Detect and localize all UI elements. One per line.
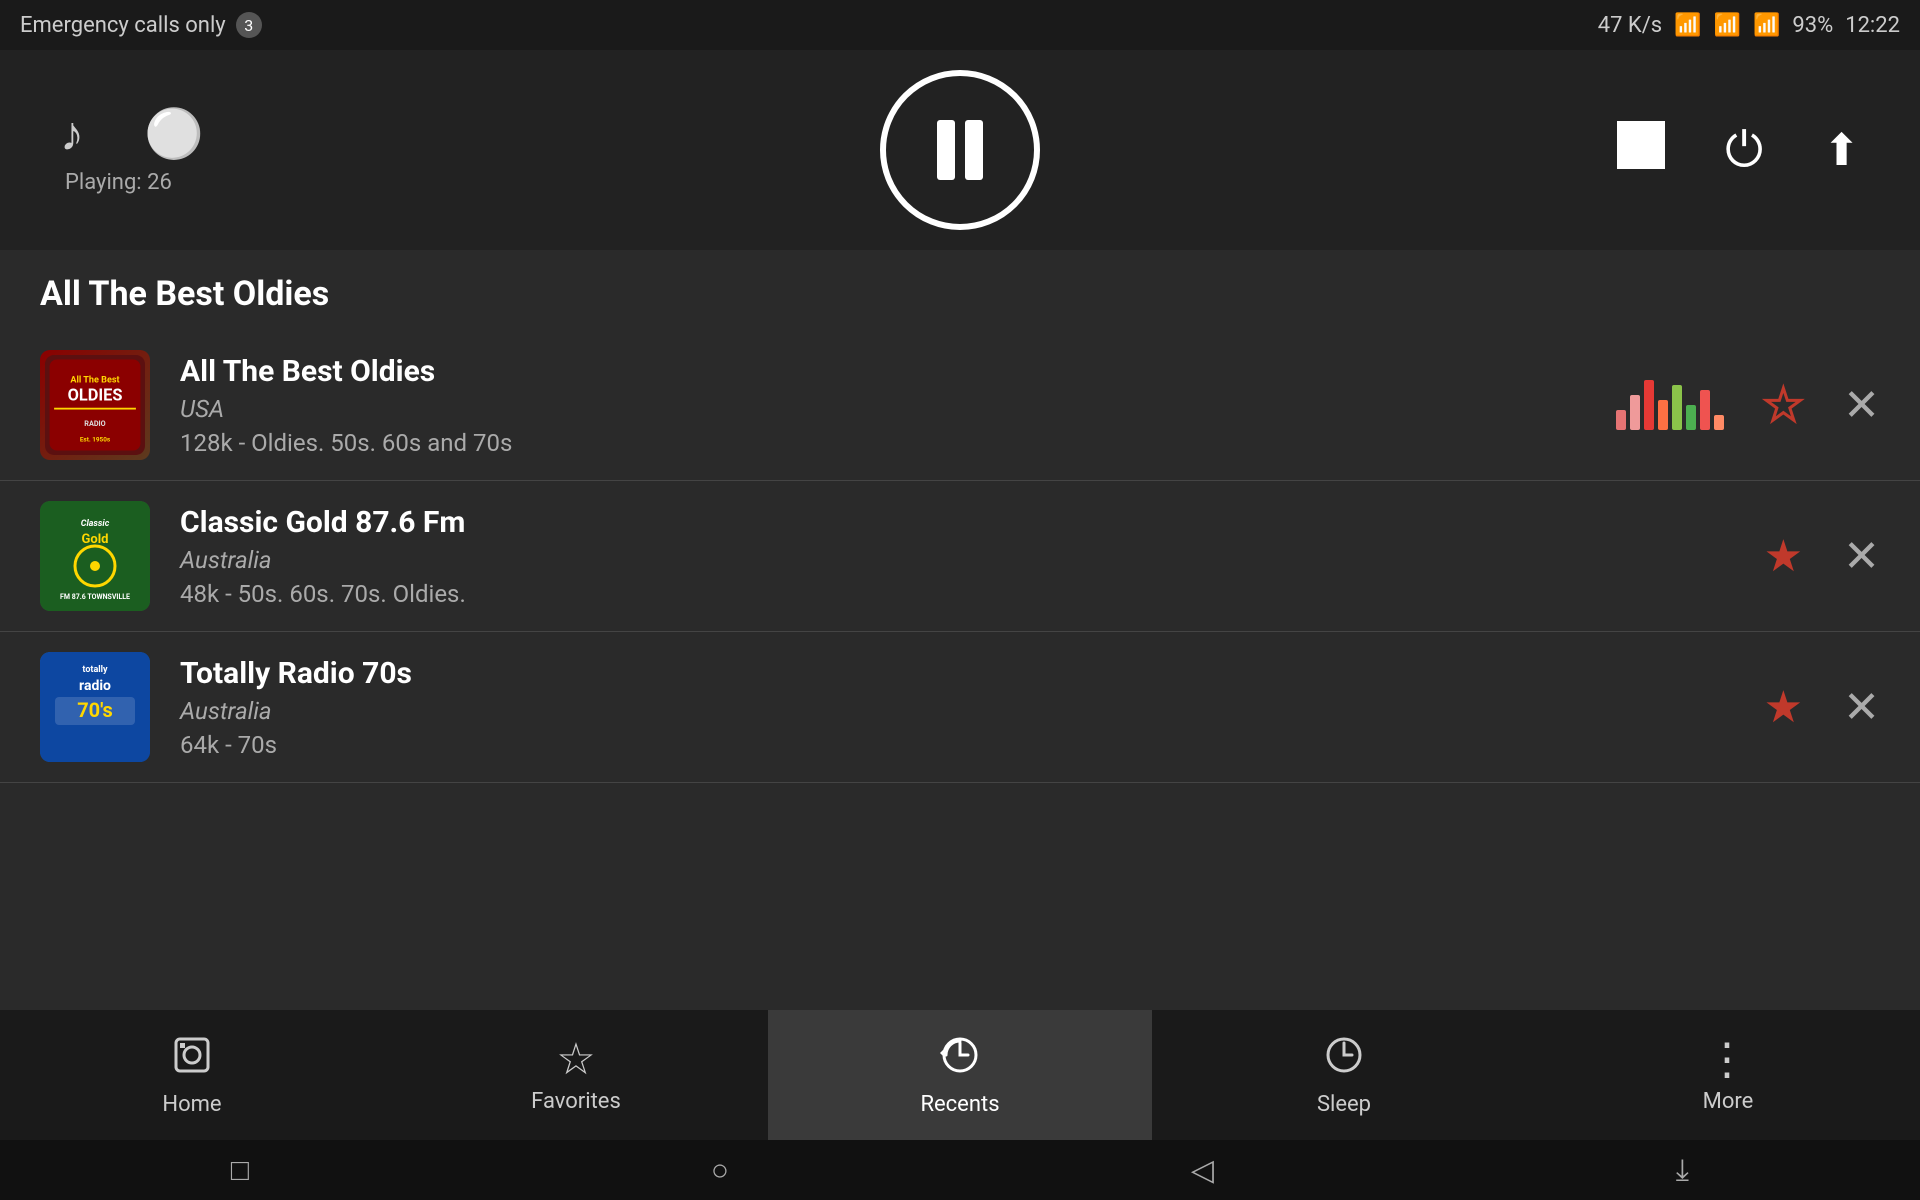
station-logo-classic-gold[interactable]: Classic Gold FM 87.6 TOWNSVILLE [40, 501, 150, 611]
section-title: All The Best Oldies [0, 250, 1920, 330]
svg-text:radio: radio [79, 678, 111, 694]
station-logo-radio70[interactable]: totally radio 70's [40, 652, 150, 762]
favorite-button-2[interactable]: ★ [1764, 530, 1803, 582]
nav-item-recents[interactable]: Recents [768, 1010, 1152, 1140]
pause-button[interactable] [880, 70, 1040, 230]
android-notification-button[interactable]: ⤓ [1676, 1153, 1689, 1188]
eq-bar [1672, 385, 1682, 430]
sleep-label: Sleep [1317, 1092, 1371, 1117]
status-left: Emergency calls only 3 [20, 12, 262, 38]
favorites-icon: ☆ [556, 1037, 595, 1081]
svg-text:RADIO: RADIO [84, 419, 105, 428]
station-desc-3: 64k - 70s [180, 731, 1734, 759]
station-row: totally radio 70's Totally Radio 70s Aus… [0, 632, 1920, 783]
favorite-button-1[interactable]: ★ [1764, 379, 1803, 431]
svg-text:totally: totally [82, 665, 108, 675]
eq-bar [1700, 390, 1710, 430]
svg-text:FM 87.6 TOWNSVILLE: FM 87.6 TOWNSVILLE [60, 593, 130, 601]
stop-button[interactable] [1617, 121, 1665, 180]
nav-item-favorites[interactable]: ☆ Favorites [384, 1010, 768, 1140]
pause-bar-left [937, 120, 955, 180]
favorites-label: Favorites [531, 1089, 621, 1114]
pause-bar-right [965, 120, 983, 180]
player-right: ⏻ ⬆ [1617, 121, 1860, 180]
eq-bar [1630, 395, 1640, 430]
battery-text: 93% [1792, 13, 1833, 38]
home-icon [170, 1033, 214, 1084]
station-list: All The Best OLDIES RADIO Est. 1950s All… [0, 330, 1920, 783]
station-desc-2: 48k - 50s. 60s. 70s. Oldies. [180, 580, 1734, 608]
station-country-1: USA [180, 395, 1586, 423]
sleep-icon [1322, 1033, 1366, 1084]
station-country-2: Australia [180, 546, 1734, 574]
station-info-radio70: Totally Radio 70s Australia 64k - 70s [180, 656, 1734, 759]
eq-bar [1644, 380, 1654, 430]
more-icon: ⋮ [1705, 1037, 1751, 1081]
station-logo-oldies[interactable]: All The Best OLDIES RADIO Est. 1950s [40, 350, 150, 460]
nav-item-sleep[interactable]: Sleep [1152, 1010, 1536, 1140]
station-desc-1: 128k - Oldies. 50s. 60s and 70s [180, 429, 1586, 457]
android-home-button[interactable]: ○ [711, 1153, 729, 1188]
stop-icon-box [1617, 121, 1665, 169]
favorite-button-3[interactable]: ★ [1764, 681, 1803, 733]
svg-text:All The Best: All The Best [70, 375, 119, 385]
wifi-icon: 📶 [1753, 13, 1780, 38]
station-row: Classic Gold FM 87.6 TOWNSVILLE Classic … [0, 481, 1920, 632]
player-bar: ♪ ⚪ Playing: 26 ⏻ ⬆ [0, 50, 1920, 250]
android-square-button[interactable]: □ [231, 1153, 249, 1188]
emergency-text: Emergency calls only [20, 13, 226, 38]
station-actions-3: ★ ✕ [1764, 681, 1880, 733]
remove-button-2[interactable]: ✕ [1843, 530, 1880, 582]
station-name-2: Classic Gold 87.6 Fm [180, 505, 1734, 540]
station-actions-1: ★ ✕ [1616, 379, 1880, 431]
station-info-classic-gold: Classic Gold 87.6 Fm Australia 48k - 50s… [180, 505, 1734, 608]
svg-text:70's: 70's [77, 698, 113, 722]
eq-bar [1616, 410, 1626, 430]
pause-icon [937, 120, 983, 180]
station-name-1: All The Best Oldies [180, 354, 1586, 389]
player-left-icons: ♪ ⚪ [60, 105, 204, 162]
status-bar: Emergency calls only 3 47 K/s 📶 📶 📶 93% … [0, 0, 1920, 50]
nav-item-home[interactable]: Home [0, 1010, 384, 1140]
station-country-3: Australia [180, 697, 1734, 725]
station-name-3: Totally Radio 70s [180, 656, 1734, 691]
speed-indicator: 47 K/s [1598, 13, 1662, 38]
eq-bar [1686, 405, 1696, 430]
android-back-button[interactable]: ◁ [1191, 1153, 1214, 1188]
android-nav: □ ○ ◁ ⤓ [0, 1140, 1920, 1200]
globe-icon[interactable]: ⚪ [144, 105, 204, 162]
nav-item-more[interactable]: ⋮ More [1536, 1010, 1920, 1140]
station-info-oldies: All The Best Oldies USA 128k - Oldies. 5… [180, 354, 1586, 457]
more-label: More [1703, 1089, 1754, 1114]
playing-text: Playing: 26 [65, 170, 172, 195]
svg-text:Est. 1950s: Est. 1950s [80, 435, 111, 443]
svg-text:OLDIES: OLDIES [68, 385, 123, 404]
notification-badge: 3 [236, 12, 262, 38]
bluetooth-icon: 📶 [1674, 13, 1701, 38]
player-left: ♪ ⚪ Playing: 26 [60, 105, 204, 195]
remove-button-1[interactable]: ✕ [1843, 379, 1880, 431]
eq-bar [1714, 415, 1724, 430]
share-button[interactable]: ⬆ [1823, 124, 1860, 176]
remove-button-3[interactable]: ✕ [1843, 681, 1880, 733]
status-right: 47 K/s 📶 📶 📶 93% 12:22 [1598, 13, 1900, 38]
eq-bar [1658, 400, 1668, 430]
power-button[interactable]: ⏻ [1725, 121, 1763, 179]
home-label: Home [162, 1092, 221, 1117]
signal-icon: 📶 [1714, 13, 1741, 38]
station-row: All The Best OLDIES RADIO Est. 1950s All… [0, 330, 1920, 481]
svg-text:Classic: Classic [81, 519, 110, 529]
time-display: 12:22 [1845, 13, 1900, 38]
station-actions-2: ★ ✕ [1764, 530, 1880, 582]
recents-icon [938, 1033, 982, 1084]
recents-label: Recents [920, 1092, 999, 1117]
eq-bars [1616, 380, 1724, 430]
music-icon[interactable]: ♪ [60, 105, 84, 162]
bottom-nav: Home ☆ Favorites Recents Sleep ⋮ More [0, 1010, 1920, 1140]
